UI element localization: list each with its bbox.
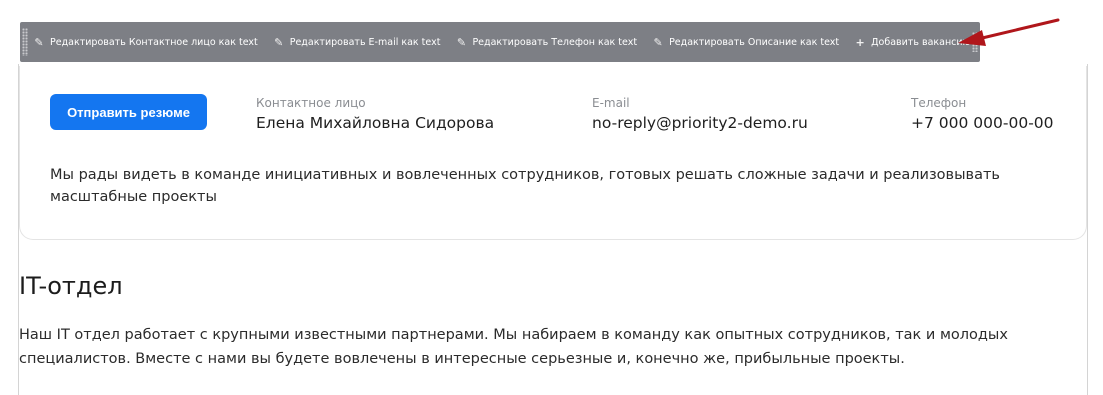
edit-email-label: Редактировать E-mail как text	[289, 36, 441, 48]
pencil-icon: ✎	[34, 35, 44, 49]
pencil-icon: ✎	[274, 35, 284, 49]
edit-contact-button[interactable]: ✎ Редактировать Контактное лицо как text	[32, 35, 258, 49]
send-resume-button[interactable]: Отправить резюме	[50, 94, 207, 130]
content-frame-right	[1087, 64, 1088, 395]
contact-person-field: Контактное лицо Елена Михайловна Сидоров…	[256, 96, 494, 132]
contact-card: Отправить резюме Контактное лицо Елена М…	[19, 66, 1087, 240]
email-field: E-mail no-reply@priority2-demo.ru	[592, 96, 808, 132]
section-description: Наш IT отдел работает с крупными известн…	[19, 327, 1008, 367]
page: ✎ Редактировать Контактное лицо как text…	[0, 0, 1103, 395]
pencil-icon: ✎	[653, 35, 663, 49]
pencil-icon: ✎	[456, 35, 467, 49]
section-title: IT-отдел	[19, 272, 123, 300]
edit-description-label: Редактировать Описание как text	[669, 36, 840, 48]
edit-phone-button[interactable]: ✎ Редактировать Телефон как text	[454, 36, 637, 49]
edit-phone-label: Редактировать Телефон как text	[472, 36, 638, 48]
annotation-arrow	[958, 18, 1060, 46]
phone-label: Телефон	[911, 96, 967, 110]
card-description: Мы рады видеть в команде инициативных и …	[50, 167, 1000, 205]
contact-person-value: Елена Михайловна Сидорова	[256, 114, 495, 132]
phone-field: Телефон +7 000 000-00-00	[911, 96, 1054, 132]
contact-person-label: Контактное лицо	[256, 96, 366, 110]
email-value[interactable]: no-reply@priority2-demo.ru	[592, 114, 808, 132]
plus-icon: +	[855, 35, 865, 49]
edit-toolbar: ✎ Редактировать Контактное лицо как text…	[20, 22, 1018, 62]
phone-value[interactable]: +7 000 000-00-00	[911, 114, 1054, 132]
edit-contact-label: Редактировать Контактное лицо как text	[50, 36, 258, 48]
email-label: E-mail	[592, 96, 630, 110]
edit-description-button[interactable]: ✎ Редактировать Описание как text	[651, 36, 839, 49]
edit-email-button[interactable]: ✎ Редактировать E-mail как text	[272, 35, 441, 49]
toolbar-drag-handle[interactable]	[22, 28, 28, 56]
